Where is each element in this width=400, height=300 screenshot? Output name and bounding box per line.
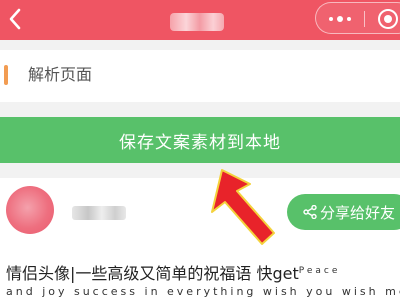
parse-page-label: 解析页面 xyxy=(28,65,93,84)
top-nav-bar xyxy=(0,0,400,40)
post-title-main: 情侣头像|一些高级又简单的祝福语 快get xyxy=(6,264,299,283)
mini-program-capsule xyxy=(315,2,400,34)
post-title-superscript: Peace xyxy=(298,266,341,276)
author-name-obscured xyxy=(72,206,126,220)
app-frame: 解析页面 保存文案素材到本地 分享给好友 情侣头像|一些高级又简单的祝福语 快g… xyxy=(0,0,400,300)
red-arrow-annotation xyxy=(211,169,275,245)
save-copy-material-button[interactable]: 保存文案素材到本地 xyxy=(0,117,400,163)
back-button[interactable] xyxy=(2,4,28,34)
share-to-friend-button[interactable]: 分享给好友 xyxy=(287,194,400,230)
post-body-line: and joy success in everything wish you w… xyxy=(6,285,400,298)
share-button-label: 分享给好友 xyxy=(320,203,396,222)
capsule-divider xyxy=(364,11,365,27)
page-title-obscured xyxy=(170,13,224,31)
section-accent-bar xyxy=(4,65,8,85)
share-icon xyxy=(303,205,317,219)
more-dots-icon[interactable] xyxy=(329,16,351,22)
author-avatar[interactable] xyxy=(6,186,54,234)
parse-page-section: 解析页面 xyxy=(0,50,400,102)
post-title: 情侣头像|一些高级又简单的祝福语 快getPeace xyxy=(6,260,340,285)
target-circle-icon[interactable] xyxy=(378,9,398,29)
chevron-left-icon xyxy=(9,8,21,30)
